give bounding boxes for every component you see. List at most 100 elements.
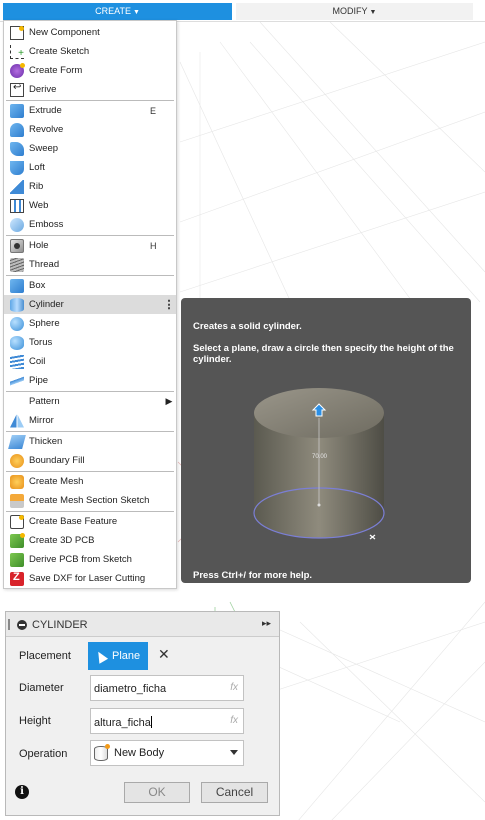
tooltip-help: Press Ctrl+/ for more help.	[193, 570, 313, 581]
menu-item-cylinder[interactable]: Cylinder ⋮	[4, 295, 176, 314]
drag-handle-icon[interactable]	[8, 619, 10, 630]
menu-item-coil[interactable]: Coil	[4, 352, 176, 371]
menu-item-label: Hole	[29, 240, 49, 251]
diameter-label: Diameter	[19, 682, 64, 694]
create-menu-label: CREATE	[95, 6, 131, 16]
toolbar: CREATE ▼ MODIFY ▼	[0, 0, 485, 22]
menu-item-label: Derive	[29, 84, 57, 95]
menu-item-boundary-fill[interactable]: Boundary Fill	[4, 451, 176, 470]
menu-item-derive[interactable]: ↩ Derive	[4, 80, 176, 99]
menu-item-thicken[interactable]: Thicken	[4, 432, 176, 451]
cylinder-dialog: CYLINDER ▸▸ Placement Plane ✕ Diameter d…	[5, 611, 280, 816]
loft-icon	[10, 160, 24, 175]
menu-item-sweep[interactable]: Sweep	[4, 139, 176, 158]
extrude-icon	[10, 103, 24, 118]
menu-item-label: Thicken	[29, 436, 63, 447]
menu-item-hole[interactable]: Hole H	[4, 236, 176, 255]
3d-pcb-icon	[10, 532, 25, 548]
revolve-icon	[10, 122, 24, 137]
menu-item-loft[interactable]: Loft	[4, 158, 176, 177]
menu-item-label: Rib	[29, 181, 44, 192]
menu-item-label: New Component	[29, 27, 100, 38]
dialog-title: CYLINDER	[32, 619, 88, 631]
ok-button[interactable]: OK	[124, 782, 190, 803]
menu-item-sphere[interactable]: Sphere	[4, 314, 176, 333]
expand-icon[interactable]: ▸▸	[262, 618, 271, 629]
new-component-icon	[10, 25, 24, 40]
operation-value: New Body	[114, 747, 165, 759]
menu-item-create-sketch[interactable]: + Create Sketch	[4, 42, 176, 61]
menu-item-label: Derive PCB from Sketch	[29, 554, 132, 565]
shortcut-label: E	[150, 105, 157, 116]
pattern-icon-placeholder	[10, 395, 24, 409]
menu-item-label: Pipe	[29, 375, 49, 386]
menu-item-extrude[interactable]: Extrude E	[4, 101, 176, 120]
derive-pcb-icon	[10, 552, 24, 567]
menu-item-save-dxf[interactable]: Z Save DXF for Laser Cutting	[4, 569, 176, 588]
menu-item-label: Create Mesh	[29, 476, 84, 487]
dialog-header[interactable]: CYLINDER ▸▸	[6, 612, 279, 637]
plane-select-button[interactable]: Plane	[88, 642, 148, 670]
cancel-button[interactable]: Cancel	[201, 782, 268, 803]
cylinder-illustration	[253, 388, 385, 540]
menu-item-rib[interactable]: Rib	[4, 177, 176, 196]
menu-item-label: Cylinder	[29, 299, 64, 310]
pipe-icon	[10, 373, 24, 388]
height-value: altura_ficha	[94, 717, 151, 729]
menu-item-create-mesh[interactable]: Create Mesh	[4, 472, 176, 491]
menu-item-revolve[interactable]: Revolve	[4, 120, 176, 139]
derive-icon: ↩	[10, 82, 24, 97]
menu-item-label: Thread	[29, 259, 60, 270]
chevron-down-icon: ▼	[369, 9, 377, 16]
menu-item-label: Create Mesh Section Sketch	[29, 495, 150, 506]
menu-item-label: Extrude	[29, 105, 62, 116]
text-caret	[150, 716, 152, 728]
create-sketch-icon: +	[10, 44, 24, 59]
menu-item-pipe[interactable]: Pipe	[4, 371, 176, 390]
fx-icon[interactable]: fx	[230, 682, 238, 693]
menu-item-box[interactable]: Box	[4, 276, 176, 295]
info-icon[interactable]: i	[15, 785, 29, 799]
box-icon	[10, 278, 24, 293]
shortcut-label: H	[150, 240, 157, 251]
menu-item-label: Coil	[29, 356, 46, 367]
menu-item-create-base-feature[interactable]: Create Base Feature	[4, 512, 176, 531]
menu-item-mirror[interactable]: Mirror	[4, 411, 176, 430]
cylinder-icon	[10, 297, 24, 312]
menu-item-emboss[interactable]: Emboss	[4, 215, 176, 234]
menu-item-web[interactable]: Web	[4, 196, 176, 215]
create-menu-button[interactable]: CREATE ▼	[3, 3, 232, 20]
menu-item-pattern[interactable]: Pattern ▶	[4, 392, 176, 411]
sphere-icon	[10, 316, 24, 331]
torus-icon	[10, 335, 24, 350]
menu-item-derive-pcb-from-sketch[interactable]: Derive PCB from Sketch	[4, 550, 176, 569]
menu-item-label: Loft	[29, 162, 45, 173]
chevron-down-icon: ▼	[132, 9, 140, 16]
modify-menu-button[interactable]: MODIFY ▼	[236, 3, 473, 20]
more-options-icon[interactable]: ⋮	[162, 298, 176, 311]
menu-item-create-mesh-section-sketch[interactable]: Create Mesh Section Sketch	[4, 491, 176, 510]
menu-item-torus[interactable]: Torus	[4, 333, 176, 352]
sweep-icon	[10, 141, 24, 156]
operation-select[interactable]: New Body	[90, 740, 244, 766]
menu-item-label: Revolve	[29, 124, 64, 135]
height-field[interactable]: altura_ficha fx	[90, 708, 244, 734]
menu-item-new-component[interactable]: New Component	[4, 23, 176, 42]
chevron-down-icon	[230, 750, 238, 755]
create-mesh-icon	[10, 474, 24, 489]
save-dxf-icon: Z	[10, 571, 24, 586]
thicken-icon	[8, 434, 26, 449]
diameter-field[interactable]: diametro_ficha fx	[90, 675, 244, 701]
cylinder-tooltip: Creates a solid cylinder. Select a plane…	[181, 298, 471, 583]
menu-item-label: Sphere	[29, 318, 60, 329]
plane-button-label: Plane	[112, 650, 141, 662]
menu-item-label: Mirror	[29, 415, 54, 426]
menu-item-create-form[interactable]: Create Form	[4, 61, 176, 80]
emboss-icon	[10, 217, 24, 232]
clear-selection-icon[interactable]: ✕	[158, 646, 170, 663]
menu-item-thread[interactable]: Thread	[4, 255, 176, 274]
minus-circle-icon[interactable]	[17, 620, 27, 630]
thread-icon	[10, 257, 24, 272]
menu-item-create-3d-pcb[interactable]: Create 3D PCB	[4, 531, 176, 550]
fx-icon[interactable]: fx	[230, 715, 238, 726]
